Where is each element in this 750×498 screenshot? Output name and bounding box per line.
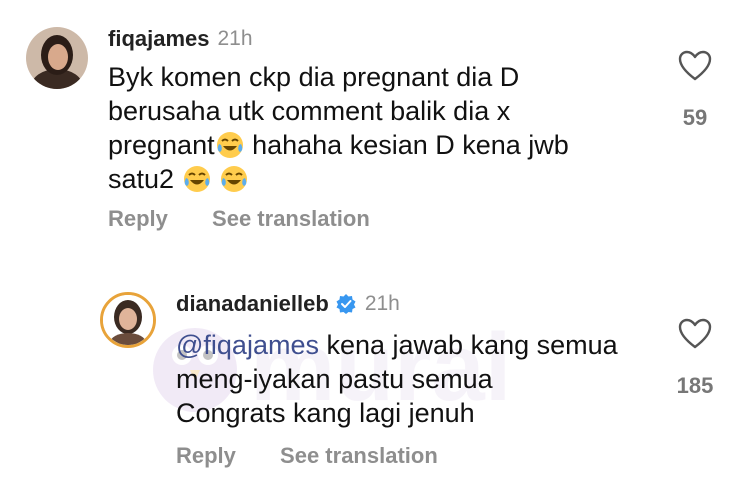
verified-badge-icon <box>336 294 356 314</box>
see-translation-button[interactable]: See translation <box>280 443 438 468</box>
username[interactable]: fiqajames <box>108 26 210 52</box>
laughing-tears-emoji <box>216 132 243 158</box>
like-count: 185 <box>676 373 714 398</box>
comment-line: @fiqajames kena jawab kang semua <box>176 328 646 362</box>
mention-link[interactable]: @fiqajames <box>176 330 319 360</box>
comment-header: dianadanielleb 21h <box>176 291 400 317</box>
see-translation-button[interactable]: See translation <box>212 206 370 231</box>
laughing-tears-emoji <box>183 166 210 192</box>
timestamp: 21h <box>217 27 253 50</box>
laughing-tears-emoji <box>221 166 248 192</box>
comment-text: Byk komen ckp dia pregnant dia D berusah… <box>108 60 628 196</box>
reply-button[interactable]: Reply <box>108 206 168 231</box>
comment-line: pregnant hahaha kesian D kena jwb <box>108 128 628 162</box>
comment-header: fiqajames 21h <box>108 26 253 52</box>
comment-actions: Reply See translation <box>108 206 408 232</box>
comment-line: Byk komen ckp dia pregnant dia D <box>108 62 520 92</box>
heart-outline-icon[interactable] <box>678 50 712 82</box>
heart-outline-icon[interactable] <box>678 318 712 350</box>
comment-line: berusaha utk comment balik dia x <box>108 96 511 126</box>
avatar[interactable] <box>100 292 156 348</box>
comment-fragment: satu2 <box>108 164 175 194</box>
comment-fragment: hahaha kesian D kena jwb <box>244 130 569 160</box>
comment-fragment: kena jawab kang semua <box>318 330 618 360</box>
comment-line: meng-iyakan pastu semua <box>176 364 493 394</box>
comment-line: satu2 <box>108 162 628 196</box>
comment-text: @fiqajames kena jawab kang semua meng-iy… <box>176 328 646 430</box>
reply-button[interactable]: Reply <box>176 443 236 468</box>
avatar[interactable] <box>26 27 88 89</box>
like-area: 59 <box>670 50 720 131</box>
comments-screen: murai fiqajames 21h Byk komen ckp dia pr… <box>0 0 750 498</box>
comment-actions: Reply See translation <box>176 443 476 469</box>
comment-fragment: pregnant <box>108 130 215 160</box>
like-area: 185 <box>662 318 728 399</box>
timestamp: 21h <box>364 292 400 315</box>
comment-line: Congrats kang lagi jenuh <box>176 398 475 428</box>
username[interactable]: dianadanielleb <box>176 291 329 317</box>
like-count: 59 <box>682 105 708 130</box>
